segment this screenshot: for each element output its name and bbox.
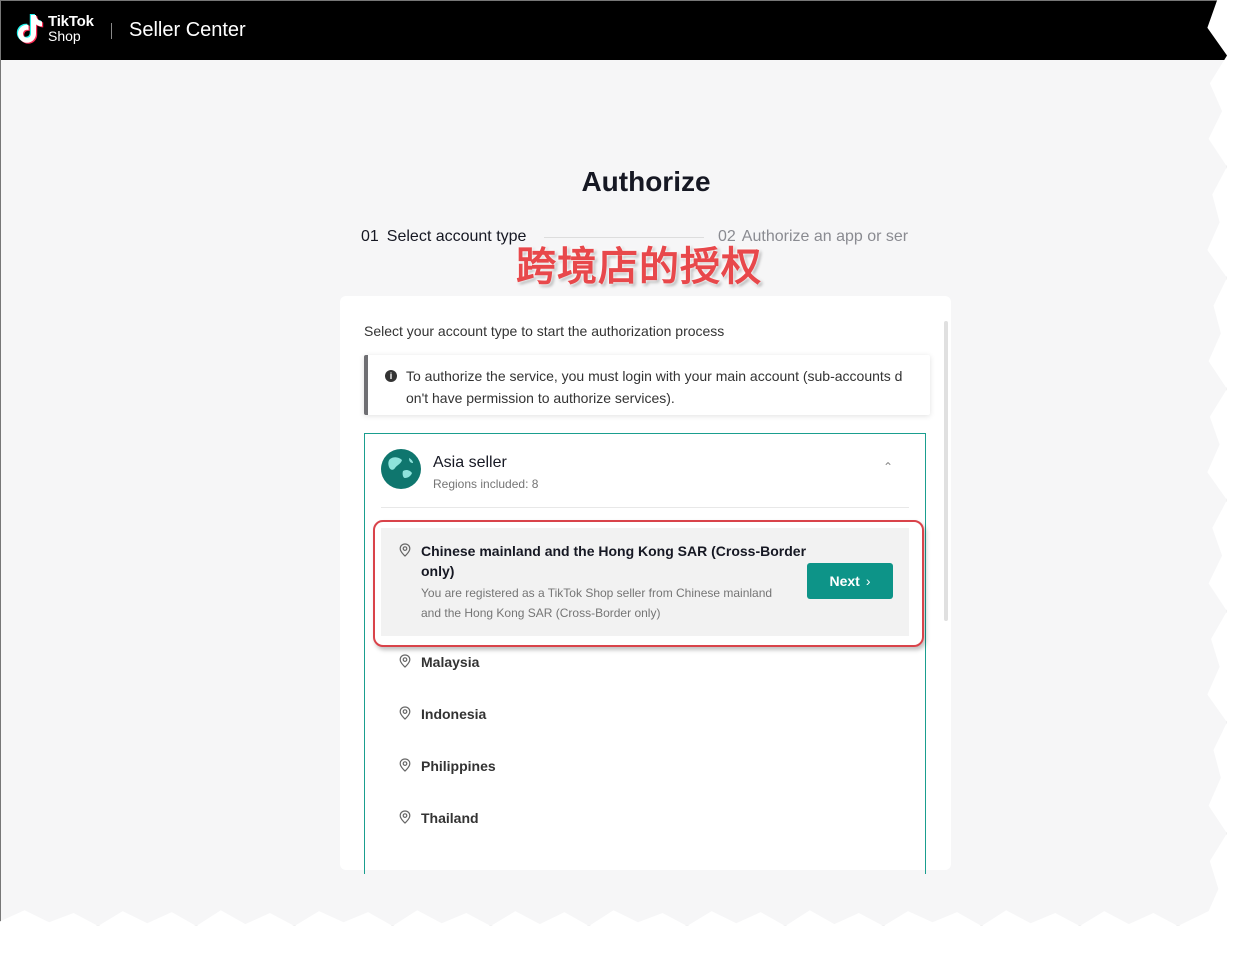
tiktok-shop-logo[interactable]: TikTok Shop xyxy=(16,13,94,45)
notice-text: To authorize the service, you must login… xyxy=(406,368,903,406)
chevron-up-icon[interactable]: ⌃ xyxy=(883,460,893,474)
region-label: Malaysia xyxy=(421,654,480,670)
notice-banner: i To authorize the service, you must log… xyxy=(364,355,930,415)
location-pin-icon xyxy=(399,654,411,668)
asia-seller-group[interactable]: Asia seller Regions included: 8 ⌃ Chines… xyxy=(364,433,926,874)
annotation-text: 跨境店的授权 xyxy=(516,244,762,290)
location-pin-icon xyxy=(399,758,411,772)
region-option-malaysia[interactable]: Malaysia xyxy=(381,648,781,678)
step-1: 01 Select account type xyxy=(361,228,526,246)
region-option-philippines[interactable]: Philippines xyxy=(381,752,781,782)
card-heading: Select your account type to start the au… xyxy=(364,323,725,339)
region-label: Indonesia xyxy=(421,706,487,722)
logo-line1: TikTok xyxy=(48,13,94,30)
group-subtitle: Regions included: 8 xyxy=(433,477,539,491)
region-option-indonesia[interactable]: Indonesia xyxy=(381,700,781,730)
region-label: Philippines xyxy=(421,758,496,774)
step-2-label: Authorize an app or ser xyxy=(741,228,909,245)
topbar-divider xyxy=(111,23,112,39)
location-pin-icon xyxy=(399,810,411,824)
logo-line2: Shop xyxy=(48,28,81,44)
top-bar: TikTok Shop Seller Center xyxy=(1,1,1227,60)
screenshot-frame: TikTok Shop Seller Center Authorize 01 Se… xyxy=(0,0,1227,926)
region-label: Thailand xyxy=(421,810,479,826)
page-title: Authorize xyxy=(581,166,711,197)
app-title: Seller Center xyxy=(129,19,246,41)
region-option-thailand[interactable]: Thailand xyxy=(381,804,781,834)
group-title: Asia seller xyxy=(433,454,507,471)
location-pin-icon xyxy=(399,706,411,720)
step-1-label: Select account type xyxy=(386,228,527,245)
highlight-box xyxy=(373,520,924,647)
tiktok-icon xyxy=(16,14,44,44)
logo-text: TikTok Shop xyxy=(48,14,94,44)
step-1-number: 01 xyxy=(361,228,379,245)
scrollbar[interactable] xyxy=(944,321,948,621)
info-icon: i xyxy=(385,370,397,382)
group-divider xyxy=(381,507,909,508)
globe-icon xyxy=(381,449,421,489)
